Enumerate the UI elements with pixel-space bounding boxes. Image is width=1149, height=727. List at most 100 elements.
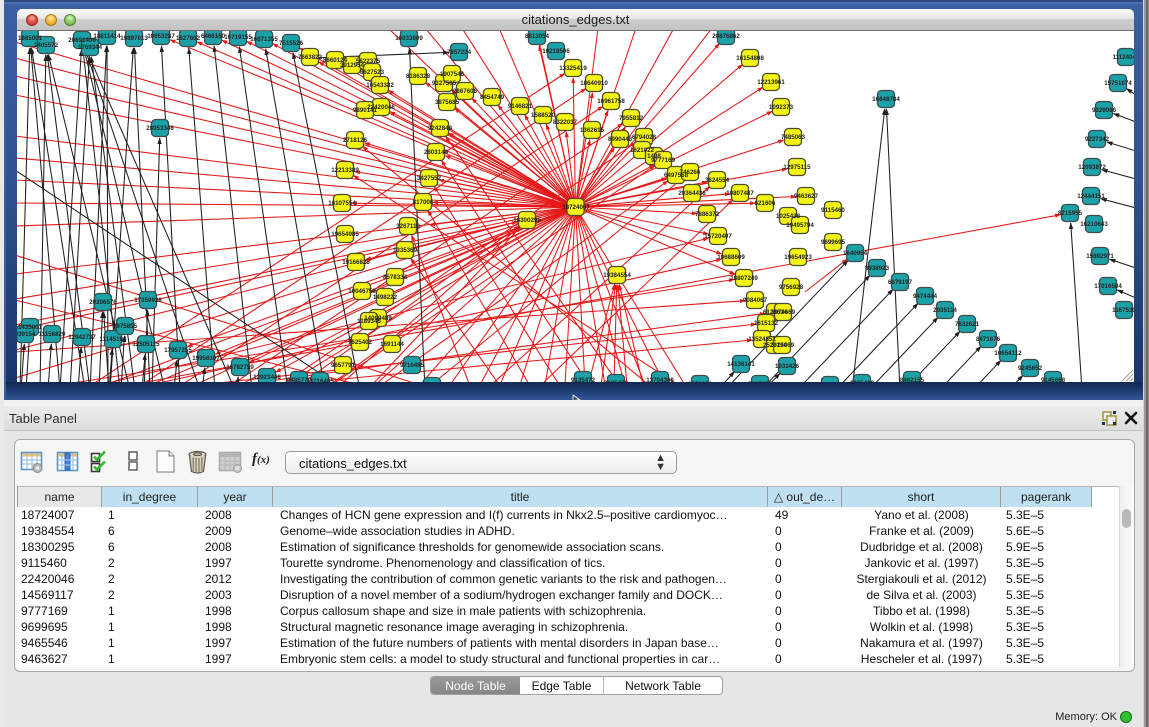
svg-text:12093872: 12093872 [1078, 164, 1106, 171]
svg-text:1974669: 1974669 [771, 309, 796, 316]
svg-text:2025469: 2025469 [770, 342, 795, 349]
svg-text:14136141: 14136141 [727, 361, 755, 368]
svg-text:19166825: 19166825 [342, 259, 370, 266]
svg-text:10719155: 10719155 [224, 34, 252, 41]
svg-text:8627523: 8627523 [360, 69, 385, 76]
svg-text:16671355: 16671355 [250, 36, 278, 43]
svg-text:1865001: 1865001 [18, 35, 43, 42]
svg-text:16782759: 16782759 [226, 364, 254, 371]
svg-text:12213389: 12213389 [331, 167, 359, 174]
svg-text:1335369: 1335369 [393, 247, 418, 254]
svg-text:9975855: 9975855 [113, 323, 138, 330]
svg-text:12213961: 12213961 [757, 79, 785, 86]
svg-text:16154808: 16154808 [736, 55, 764, 62]
svg-text:9242848: 9242848 [428, 125, 453, 132]
svg-text:2803144: 2803144 [424, 149, 449, 156]
svg-text:15720407: 15720407 [704, 233, 732, 240]
svg-text:6794028: 6794028 [632, 134, 657, 141]
svg-text:3427552: 3427552 [417, 175, 442, 182]
svg-text:19958107: 19958107 [192, 355, 220, 362]
svg-text:1588520: 1588520 [531, 112, 556, 119]
svg-text:9135479: 9135479 [604, 380, 629, 382]
svg-text:10807487: 10807487 [726, 190, 754, 197]
svg-text:19218506: 19218506 [542, 48, 570, 55]
svg-text:9084067: 9084067 [743, 297, 768, 304]
svg-text:9474444: 9474444 [913, 293, 938, 300]
svg-text:7632621: 7632621 [955, 321, 980, 328]
svg-text:20206576: 20206576 [89, 299, 117, 306]
svg-text:12444151: 12444151 [1077, 193, 1105, 200]
svg-text:1033426: 1033426 [775, 363, 800, 370]
svg-text:19654985: 19654985 [331, 231, 359, 238]
svg-text:5822375: 5822375 [356, 58, 381, 65]
svg-text:16648784: 16648784 [872, 96, 900, 103]
svg-text:1640954: 1640954 [843, 250, 868, 257]
svg-text:10653287: 10653287 [147, 33, 175, 40]
svg-text:746266: 746266 [680, 169, 701, 176]
svg-text:7857224: 7857224 [447, 49, 472, 56]
svg-text:8990448: 8990448 [608, 136, 633, 143]
svg-text:9777169: 9777169 [651, 157, 676, 164]
svg-text:8322037: 8322037 [553, 119, 578, 126]
svg-text:939154: 939154 [17, 331, 36, 338]
svg-text:7663822: 7663822 [298, 54, 323, 61]
svg-text:13704368: 13704368 [646, 377, 674, 382]
svg-text:11156829: 11156829 [39, 331, 66, 338]
svg-text:1527602: 1527602 [176, 35, 201, 42]
svg-text:7515526: 7515526 [279, 40, 304, 47]
svg-text:9716485: 9716485 [400, 362, 425, 369]
svg-text:16210643: 16210643 [1080, 221, 1108, 228]
svg-text:621606: 621606 [755, 200, 776, 207]
svg-text:16543382: 16543382 [366, 82, 394, 89]
svg-text:19384554: 19384554 [603, 272, 631, 279]
svg-text:15692971: 15692971 [1086, 253, 1114, 260]
svg-text:1189345: 1189345 [357, 318, 381, 325]
svg-text:7955812: 7955812 [619, 115, 644, 122]
svg-text:18724007: 18724007 [562, 204, 590, 211]
svg-text:8578334: 8578334 [383, 274, 408, 281]
svg-text:9329966: 9329966 [1092, 107, 1117, 114]
svg-text:28053346: 28053346 [146, 125, 174, 132]
svg-text:7625402: 7625402 [348, 339, 373, 346]
svg-text:18811414: 18811414 [93, 33, 121, 40]
svg-text:16033809: 16033809 [395, 35, 423, 42]
svg-text:1498222: 1498222 [373, 294, 398, 301]
svg-text:10654112: 10654112 [994, 350, 1022, 357]
svg-text:7886372: 7886372 [695, 211, 720, 218]
svg-text:7485063: 7485063 [781, 134, 806, 141]
svg-text:3875685: 3875685 [435, 99, 460, 106]
svg-text:16107554: 16107554 [328, 200, 356, 207]
svg-text:20876862: 20876862 [712, 33, 740, 40]
svg-text:1691144: 1691144 [380, 341, 404, 348]
svg-text:10688609: 10688609 [717, 254, 745, 261]
svg-text:1907546: 1907546 [440, 71, 465, 78]
svg-text:11124047: 11124047 [1113, 54, 1134, 61]
svg-text:9145668: 9145668 [1041, 377, 1066, 382]
svg-text:17359928: 17359928 [134, 297, 162, 304]
svg-text:1362615: 1362615 [580, 127, 605, 134]
svg-text:8186328: 8186328 [406, 73, 431, 80]
svg-text:2935114: 2935114 [933, 307, 957, 314]
svg-text:9327505: 9327505 [432, 80, 457, 87]
svg-text:20691406: 20691406 [68, 37, 96, 44]
svg-text:1405572: 1405572 [34, 42, 59, 49]
svg-text:12505115: 12505115 [132, 341, 160, 348]
svg-text:8215955: 8215955 [1058, 210, 1083, 217]
svg-text:19654923: 19654923 [784, 254, 812, 261]
svg-text:11145194: 11145194 [100, 336, 127, 343]
svg-text:7637859: 7637859 [748, 381, 773, 382]
svg-text:19897013: 19897013 [120, 35, 148, 42]
svg-text:9699695: 9699695 [821, 239, 846, 246]
svg-text:8454749: 8454749 [480, 94, 505, 101]
svg-text:9135472: 9135472 [571, 377, 596, 382]
svg-text:1615132: 1615132 [754, 320, 779, 327]
svg-text:8813054: 8813054 [525, 33, 550, 40]
svg-text:3267110: 3267110 [396, 223, 420, 230]
svg-text:9463627: 9463627 [794, 193, 819, 200]
svg-text:8462155: 8462155 [900, 377, 925, 382]
svg-text:12923448: 12923448 [253, 374, 281, 381]
svg-text:2718126: 2718126 [343, 137, 368, 144]
svg-text:12942737: 12942737 [68, 334, 96, 341]
svg-text:817006: 817006 [413, 199, 434, 206]
svg-text:1167530: 1167530 [1112, 307, 1134, 314]
